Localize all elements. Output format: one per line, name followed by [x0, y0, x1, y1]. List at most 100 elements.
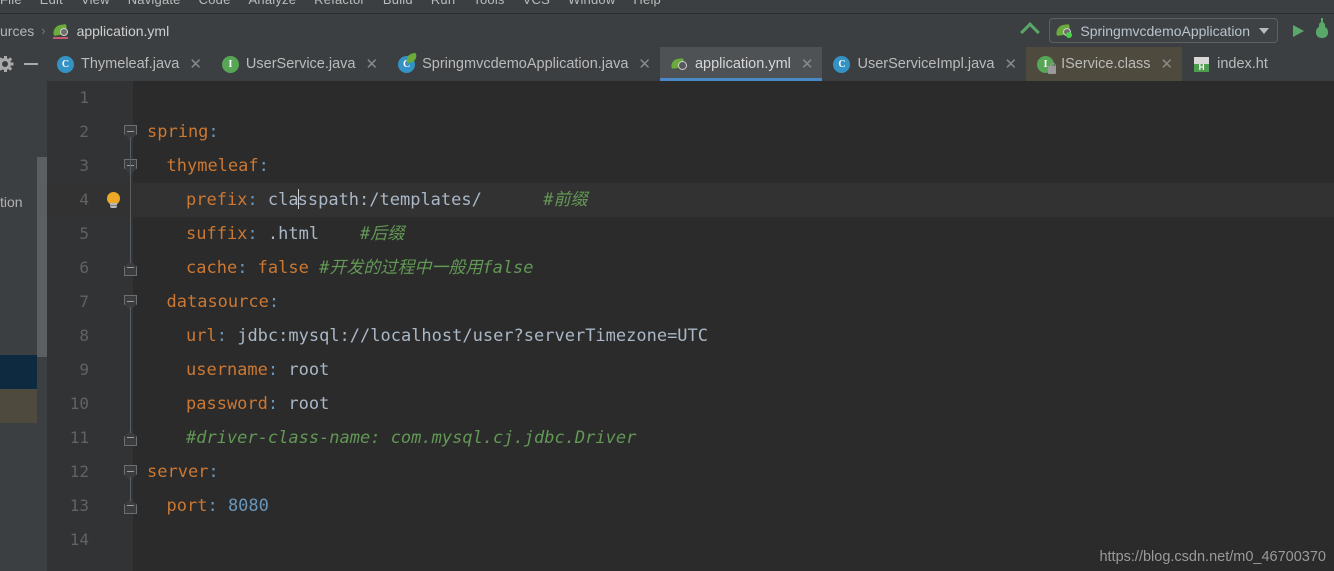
debug-bug-icon[interactable] — [1312, 17, 1334, 44]
code-text[interactable]: suffix: .html #后缀 — [186, 217, 404, 251]
code-token: : — [268, 292, 280, 312]
sidebar-item[interactable] — [0, 287, 37, 321]
code-token: : — [258, 156, 269, 176]
code-token: url — [186, 326, 217, 346]
sidebar-scrollbar-thumb[interactable] — [37, 157, 47, 357]
code-token: server — [147, 462, 209, 482]
fold-up-icon[interactable] — [124, 499, 137, 514]
tab-index-ht[interactable]: Hindex.ht — [1182, 47, 1277, 81]
code-token: 8080 — [227, 496, 269, 516]
menu-bar-clipped[interactable]: FileEditViewNavigateCodeAnalyzeRefactorB… — [0, 0, 1334, 13]
code-token: root — [288, 394, 330, 414]
code-text[interactable]: username: root — [186, 353, 329, 387]
code-token: : — [208, 122, 219, 142]
run-play-icon[interactable] — [1284, 18, 1310, 44]
tab-thymeleaf-java[interactable]: C Thymeleaf.java ✕ — [46, 47, 211, 81]
tab-label: IService.class — [1061, 56, 1151, 72]
run-configuration-selector[interactable]: SpringmvcdemoApplication — [1049, 18, 1278, 43]
close-icon[interactable]: ✕ — [366, 56, 379, 72]
close-icon[interactable]: ✕ — [1004, 56, 1017, 72]
code-line[interactable] — [47, 115, 1334, 149]
sidebar-item[interactable] — [0, 253, 37, 287]
code-token: : — [247, 224, 268, 244]
fold-up-icon[interactable] — [124, 261, 137, 276]
sidebar-item[interactable]: tion — [0, 185, 37, 219]
line-number: 13 — [69, 496, 89, 515]
sidebar-item[interactable] — [0, 219, 37, 253]
close-icon[interactable]: ✕ — [801, 56, 814, 72]
line-number: 6 — [79, 258, 89, 277]
sidebar-item[interactable] — [0, 151, 37, 185]
code-text[interactable]: server: — [147, 455, 219, 489]
code-editor[interactable]: 1 2 spring: 3 thymeleaf: 4 prefix: classpath:/… — [47, 81, 1334, 571]
code-text[interactable]: cache: false #开发的过程中一般用false — [186, 251, 534, 285]
code-token: : — [267, 360, 289, 380]
code-token: : — [247, 190, 268, 210]
code-token: false — [257, 258, 309, 278]
run-configuration-label: SpringmvcdemoApplication — [1080, 22, 1250, 39]
breadcrumb-separator-icon: › — [41, 23, 46, 38]
java-interface-locked-icon: I — [1037, 55, 1057, 74]
java-class-icon: C — [57, 55, 74, 73]
code-token: prefix — [186, 190, 248, 210]
sidebar-item-label: tion — [0, 194, 23, 210]
intention-bulb-icon[interactable] — [107, 192, 120, 209]
code-token: : — [208, 462, 219, 482]
tab-label: UserServiceImpl.java — [857, 56, 995, 72]
arrow-up-icon[interactable] — [1015, 18, 1041, 44]
tool-window-controls — [0, 47, 46, 81]
code-text[interactable]: spring: — [147, 115, 219, 149]
code-token: : — [267, 394, 289, 414]
code-token: port — [166, 496, 208, 516]
code-text[interactable]: datasource: — [167, 285, 280, 319]
code-token: cla — [267, 190, 299, 210]
code-text[interactable]: thymeleaf: — [167, 149, 269, 183]
code-token: : — [207, 496, 228, 516]
line-number: 4 — [79, 190, 89, 209]
code-text[interactable]: port: 8080 — [167, 489, 269, 523]
sidebar-item[interactable] — [0, 321, 37, 355]
sidebar-item[interactable] — [0, 423, 37, 457]
code-token: #后缀 — [360, 224, 405, 244]
close-icon[interactable]: ✕ — [1161, 56, 1174, 72]
tab-userserviceimpl-java[interactable]: C UserServiceImpl.java ✕ — [822, 47, 1026, 81]
tab-userservice-java[interactable]: I UserService.java ✕ — [211, 47, 387, 81]
chevron-down-icon[interactable] — [1259, 27, 1269, 34]
line-number: 5 — [79, 224, 89, 243]
tab-springmvcdemoapplication-java[interactable]: C SpringmvcdemoApplication.java ✕ — [387, 47, 660, 81]
code-token: sspath:/templates/ — [297, 190, 482, 210]
sidebar-item[interactable] — [0, 389, 37, 423]
tab-application-yml[interactable]: application.yml ✕ — [659, 47, 823, 81]
code-text[interactable]: password: root — [186, 387, 329, 421]
breadcrumb-parent[interactable]: urces — [0, 23, 34, 39]
editor-tab-bar: C Thymeleaf.java ✕ I UserService.java ✕ C Sprin… — [0, 47, 1334, 81]
fold-up-icon[interactable] — [124, 431, 137, 446]
watermark-text: https://blog.csdn.net/m0_46700370 — [1099, 549, 1326, 565]
code-token: .html — [267, 224, 320, 244]
tab-label: index.ht — [1217, 56, 1268, 72]
breadcrumb-file[interactable]: application.yml — [77, 23, 170, 39]
code-line[interactable] — [47, 455, 1334, 489]
code-text[interactable]: url: jdbc:mysql://localhost/user?serverT… — [186, 319, 708, 353]
line-number: 10 — [69, 394, 89, 413]
minimize-icon[interactable] — [24, 63, 38, 65]
code-line[interactable] — [47, 81, 1334, 115]
line-number: 11 — [69, 428, 89, 447]
fold-guide-line — [130, 307, 131, 433]
html-file-icon: H — [1193, 56, 1210, 73]
code-text[interactable]: prefix: classpath:/templates/ #前缀 — [186, 183, 588, 217]
project-sidebar[interactable]: tion — [0, 81, 47, 571]
line-number: 1 — [79, 88, 89, 107]
breadcrumb[interactable]: urces › application.yml — [0, 14, 169, 47]
yaml-spring-icon — [670, 56, 688, 73]
line-number: 9 — [79, 360, 89, 379]
line-number: 8 — [79, 326, 89, 345]
code-text[interactable]: #driver-class-name: com.mysql.cj.jdbc.Dr… — [186, 421, 636, 455]
close-icon[interactable]: ✕ — [638, 56, 651, 72]
tab-iservice-class[interactable]: I IService.class ✕ — [1026, 47, 1183, 81]
close-icon[interactable]: ✕ — [189, 56, 202, 72]
sidebar-item[interactable] — [0, 355, 37, 389]
gear-icon[interactable] — [0, 56, 13, 72]
